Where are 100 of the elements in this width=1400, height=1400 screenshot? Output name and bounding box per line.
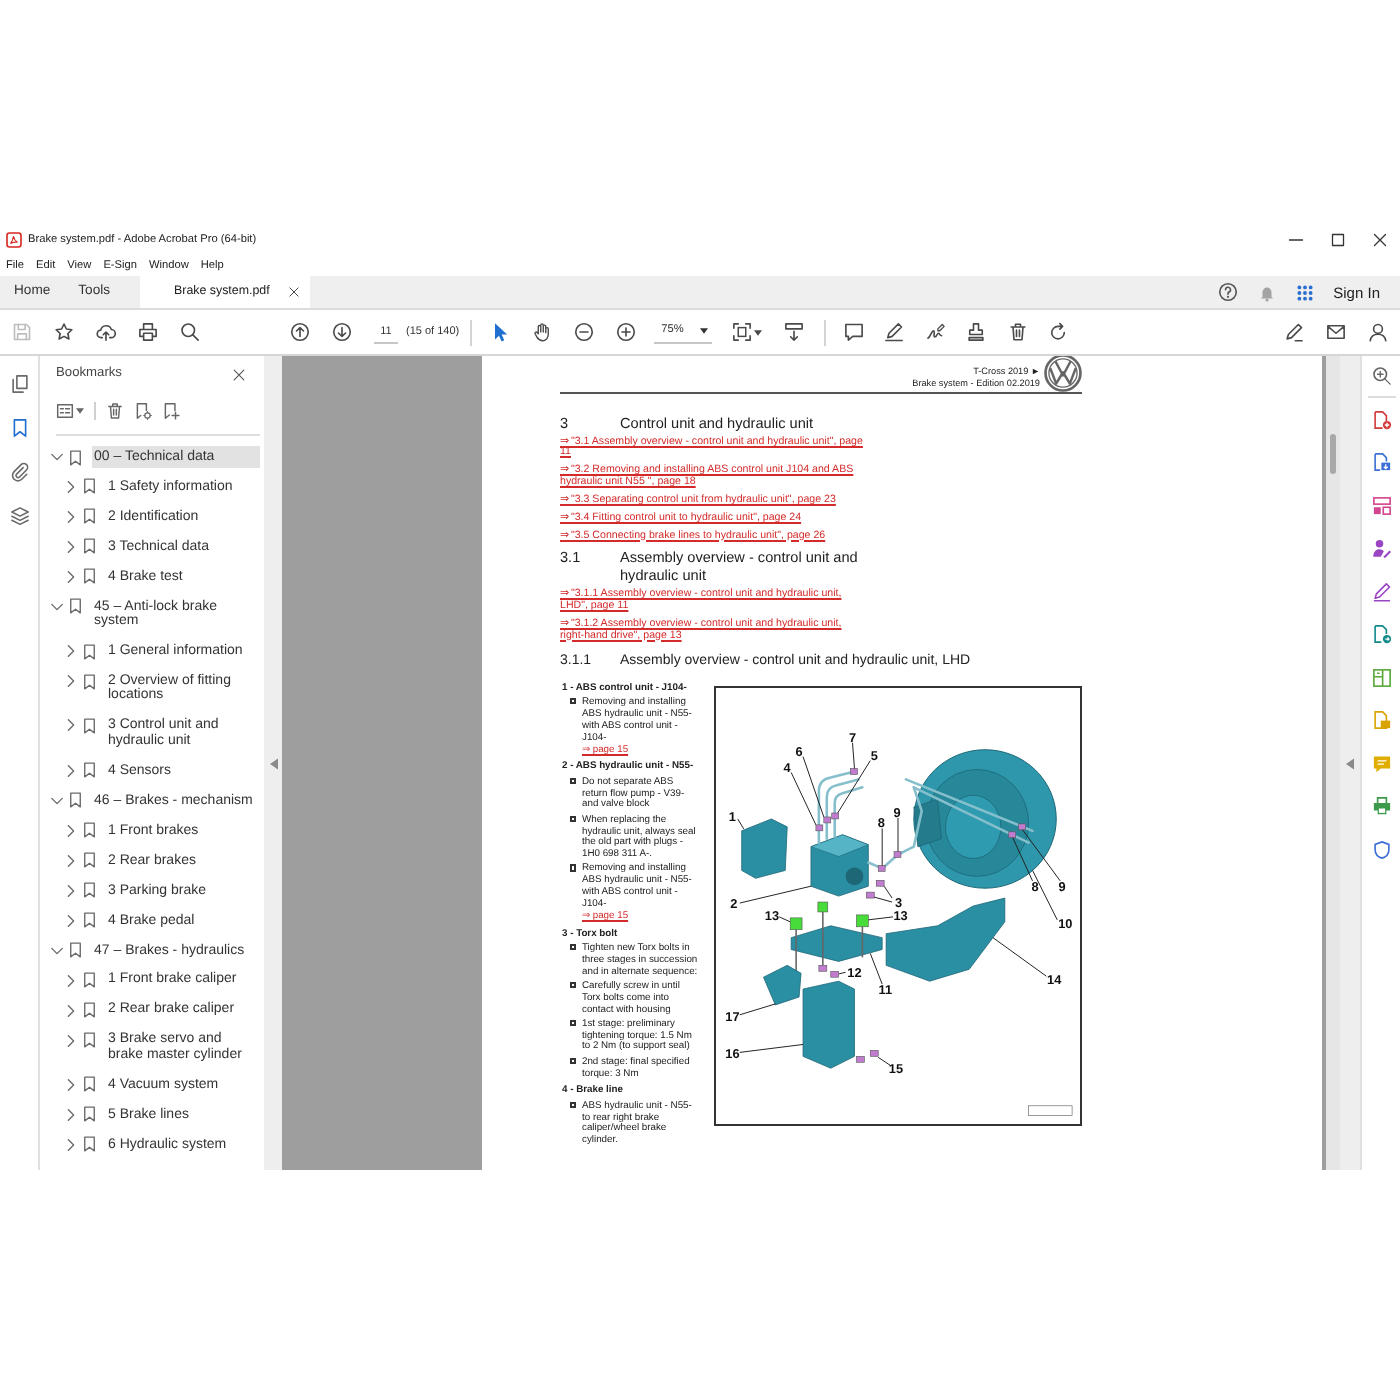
chevron-right-icon[interactable]: [64, 1003, 78, 1018]
square-bullet-icon: [570, 777, 577, 784]
pen-icon[interactable]: [1371, 581, 1391, 601]
leader-line: [790, 772, 817, 826]
document-export-icon[interactable]: [1371, 452, 1391, 472]
close-icon[interactable]: [288, 286, 301, 298]
rubber-mount: [856, 914, 869, 928]
pdf-app-icon: [6, 232, 22, 248]
chevron-right-icon[interactable]: [64, 479, 78, 494]
bookmark-gear-icon[interactable]: [134, 402, 152, 420]
rubber-mount: [817, 901, 829, 913]
chevron-right-icon[interactable]: [64, 1137, 78, 1152]
paperclip-icon[interactable]: [9, 462, 29, 482]
stamp-icon[interactable]: [966, 322, 987, 342]
chevron-right-icon[interactable]: [64, 823, 78, 838]
shield-icon[interactable]: [1371, 839, 1391, 859]
square-bullet-icon: [570, 864, 577, 872]
cover-plate: [885, 897, 1006, 982]
bookmark-icon[interactable]: [9, 418, 29, 438]
document-arrow-icon[interactable]: [1371, 624, 1391, 644]
maximize-icon[interactable]: [1330, 232, 1346, 248]
printer-icon[interactable]: [138, 322, 158, 342]
chevron-right-icon[interactable]: [64, 539, 78, 554]
options-menu-icon[interactable]: [56, 402, 74, 420]
leader-line: [897, 817, 899, 853]
zoom-out-icon[interactable]: [573, 322, 594, 342]
brake-servo: [913, 749, 1057, 889]
chevron-right-icon[interactable]: [64, 1107, 78, 1122]
chevron-right-icon[interactable]: [64, 509, 78, 524]
chevron-right-icon[interactable]: [64, 644, 78, 659]
chevron-right-icon[interactable]: [64, 913, 78, 928]
chevron-right-icon[interactable]: [64, 883, 78, 898]
leader-line: [992, 937, 1047, 977]
zoom-in-icon[interactable]: [615, 322, 636, 342]
caret-icon[interactable]: [699, 328, 708, 334]
layers-icon[interactable]: [9, 506, 29, 526]
rotate-icon[interactable]: [1048, 322, 1069, 342]
pen-icon[interactable]: [1284, 322, 1304, 342]
arrow-down-icon[interactable]: [332, 322, 352, 342]
close-icon[interactable]: [1372, 232, 1388, 248]
brake-pipe: [825, 778, 860, 841]
chevron-right-icon[interactable]: [64, 853, 78, 868]
person-icon[interactable]: [1368, 322, 1388, 342]
leader-line: [838, 972, 847, 975]
figure-tag: [1028, 1105, 1073, 1117]
person-pen-icon[interactable]: [1371, 538, 1391, 558]
support-bracket: [802, 981, 855, 1069]
arrow-up-icon[interactable]: [290, 322, 310, 342]
trash-icon[interactable]: [106, 402, 124, 420]
square-bullet-icon: [570, 815, 577, 822]
pages-icon[interactable]: [9, 374, 29, 394]
tray-arrow-icon[interactable]: [783, 322, 804, 342]
document-plus-icon[interactable]: [1371, 409, 1391, 429]
chevron-right-icon[interactable]: [64, 973, 78, 988]
chevron-right-icon[interactable]: [64, 1077, 78, 1092]
collapse-handle-icon[interactable]: [1346, 757, 1354, 769]
help-icon[interactable]: [1217, 282, 1238, 302]
square-bullet-icon: [570, 1101, 577, 1108]
square-bullet-icon: [570, 698, 577, 705]
bracket-clip: [763, 965, 802, 1006]
comment-icon[interactable]: [843, 322, 864, 342]
search-icon[interactable]: [180, 322, 200, 342]
layout-icon[interactable]: [1371, 495, 1391, 515]
trash-icon[interactable]: [1007, 322, 1028, 342]
chevron-down-icon[interactable]: [50, 599, 64, 614]
apps-grid-icon[interactable]: [1295, 283, 1314, 301]
chevron-down-icon[interactable]: [50, 450, 64, 464]
chevron-right-icon[interactable]: [64, 569, 78, 584]
chevron-down-icon[interactable]: [50, 793, 64, 808]
zoom-icon[interactable]: [1371, 366, 1391, 386]
scrollbar-thumb[interactable]: [1330, 434, 1336, 474]
chevron-down-icon[interactable]: [50, 943, 64, 958]
brake-pipe: [817, 770, 856, 845]
chevron-right-icon[interactable]: [64, 718, 78, 733]
leader-line: [881, 828, 883, 867]
hand-icon[interactable]: [531, 322, 552, 342]
leader-line: [867, 916, 894, 921]
cursor-icon[interactable]: [489, 322, 510, 342]
fit-page-icon[interactable]: [731, 322, 752, 342]
signature-icon[interactable]: [925, 322, 946, 342]
chevron-right-icon[interactable]: [64, 674, 78, 689]
collapse-handle-icon[interactable]: [269, 757, 277, 769]
cloud-upload-icon[interactable]: [96, 322, 116, 342]
star-icon[interactable]: [54, 322, 74, 342]
square-bullet-icon: [570, 943, 577, 950]
mail-icon[interactable]: [1326, 322, 1346, 342]
chevron-right-icon[interactable]: [64, 763, 78, 778]
square-bullet-icon: [570, 981, 577, 988]
close-icon[interactable]: [232, 367, 246, 381]
bookmark-icon: [84, 717, 95, 734]
leader-line: [869, 953, 883, 985]
chevron-right-icon[interactable]: [64, 1033, 78, 1048]
add-bookmark-icon[interactable]: [162, 402, 180, 420]
control-unit: [741, 818, 788, 879]
panels-icon[interactable]: [1371, 667, 1391, 687]
highlighter-icon[interactable]: [884, 322, 905, 342]
caret-icon[interactable]: [76, 408, 84, 414]
leader-line: [739, 1044, 804, 1054]
pipe-union: [850, 768, 858, 775]
caret-icon[interactable]: [753, 329, 762, 335]
